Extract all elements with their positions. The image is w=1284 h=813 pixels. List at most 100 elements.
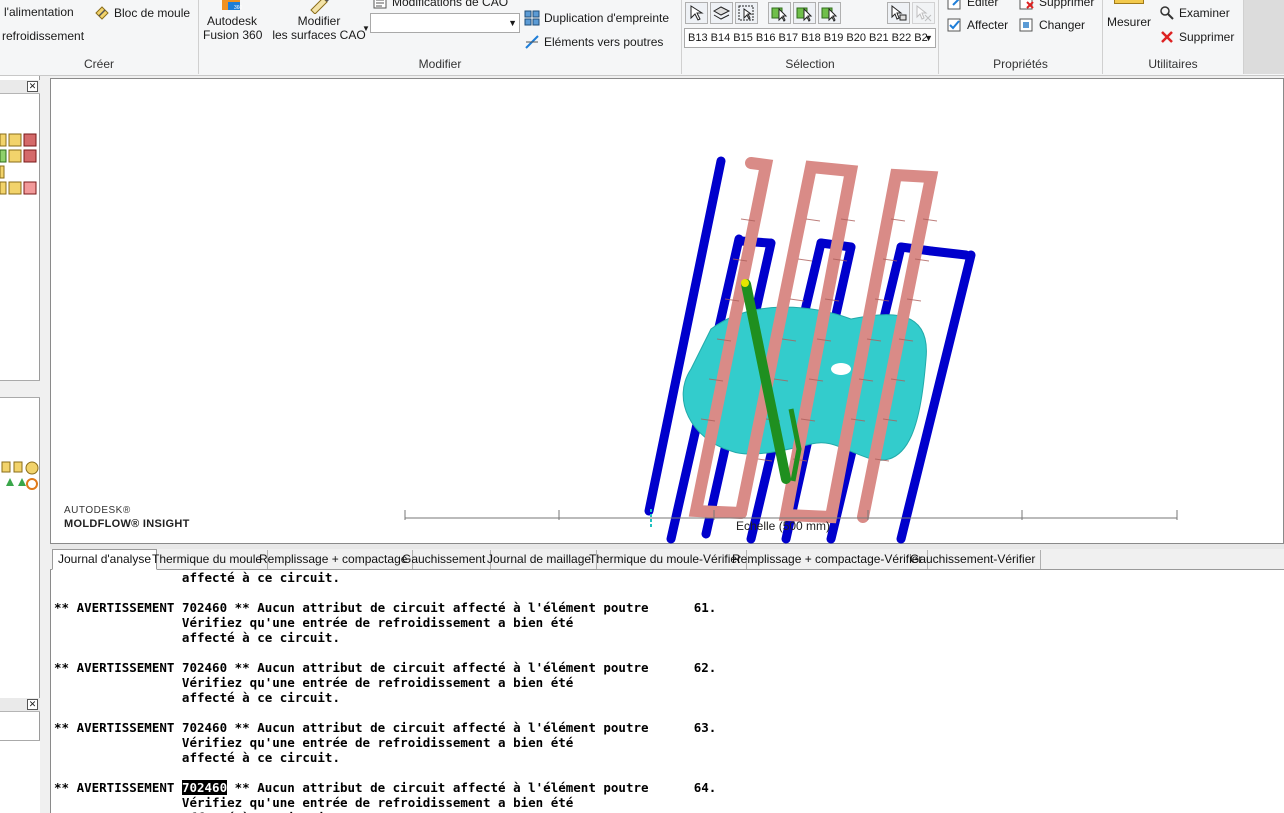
select-clear-icon — [916, 4, 932, 22]
ribbon-item-feed: l'alimentation — [4, 5, 74, 19]
select-layers-icon — [712, 6, 731, 20]
edit-icon — [947, 0, 961, 10]
warning-number: 63. — [693, 720, 717, 735]
log-line2: Vérifiez qu'une entrée de refroidissemen… — [54, 735, 574, 750]
assign-button[interactable]: Affecter — [947, 17, 1008, 33]
edit-button[interactable]: Editer — [947, 0, 998, 10]
examine-button[interactable]: Examiner — [1159, 5, 1230, 21]
log-lead-line: affecté à ce circuit. — [54, 570, 340, 585]
select-button-6[interactable] — [818, 2, 841, 24]
tab-mold-thermal[interactable]: Thermique du moule — [147, 550, 269, 569]
tab-mold-thermal-check[interactable]: Thermique du moule-Vérifier — [584, 550, 748, 569]
modify-cad-label: Modifier les surfaces CAO — [272, 14, 366, 42]
layers-toolbar-icons[interactable] — [0, 132, 40, 202]
warning-text: ** Aucun attribut de circuit affecté à l… — [227, 600, 649, 615]
measure-button[interactable]: Mesurer — [1107, 0, 1151, 29]
left-panel-splitter[interactable] — [0, 380, 40, 398]
analysis-tools-icons[interactable] — [0, 460, 40, 494]
tab-warp[interactable]: Gauchissement — [397, 550, 492, 569]
warning-code: 702460 — [181, 720, 228, 735]
log-blank — [51, 705, 1284, 720]
delete-button[interactable]: Supprimer — [1159, 29, 1234, 45]
select-button-8[interactable] — [912, 2, 935, 24]
selection-dropdown[interactable]: B13 B14 B15 B16 B17 B18 B19 B20 B21 B22 … — [684, 28, 936, 48]
ribbon-scroll-area — [1244, 0, 1284, 74]
select-arrow-icon — [690, 5, 704, 21]
select-green-3-icon — [821, 7, 838, 22]
delete-properties-button[interactable]: Supprimer — [1019, 0, 1094, 10]
cad-modifications-icon — [373, 0, 387, 9]
ribbon: l'alimentation refroidissement Bloc de m… — [0, 0, 1284, 76]
change-button[interactable]: Changer — [1019, 17, 1085, 33]
log-line3: affecté à ce circuit. — [54, 690, 340, 705]
select-button-7[interactable] — [887, 2, 910, 24]
tab-fill-pack[interactable]: Remplissage + compactage — [254, 550, 414, 569]
left-panel: ✕ ✕ — [0, 76, 40, 813]
warning-code-highlighted: 702460 — [181, 780, 228, 795]
select-button-4[interactable] — [768, 2, 791, 24]
mold-block-icon — [95, 6, 109, 20]
fusion-360-icon: 360 — [222, 0, 243, 11]
feed-system-button[interactable]: l'alimentation — [4, 5, 74, 19]
duplicate-imprint-label: Duplication d'empreinte — [544, 11, 670, 25]
measure-label: Mesurer — [1107, 15, 1152, 29]
select-button-1[interactable] — [685, 2, 708, 24]
fusion-label: Autodesk Fusion 360 — [203, 14, 263, 42]
tab-mesh-log[interactable]: Journal de maillage — [482, 550, 598, 569]
warning-code: 702460 — [181, 660, 228, 675]
cooling-button[interactable]: refroidissement — [2, 29, 84, 43]
chevron-down-icon: ▼ — [924, 33, 933, 43]
warning-prefix: ** AVERTISSEMENT — [54, 600, 182, 615]
tab-warp-check[interactable]: Gauchissement-Vérifier — [905, 550, 1042, 569]
group-label-utilities: Utilitaires — [1148, 57, 1198, 71]
brand-autodesk: AUTODESK® — [64, 505, 131, 516]
elements-to-beams-button[interactable]: Eléments vers poutres — [524, 34, 663, 50]
group-label-selection: Sélection — [785, 57, 835, 71]
model-viewport[interactable]: AUTODESK® MOLDFLOW® INSIGHT Echelle (500… — [50, 78, 1284, 544]
chevron-down-icon: ▼ — [508, 18, 517, 28]
group-label-modify: Modifier — [418, 57, 462, 71]
warning-text: ** Aucun attribut de circuit affecté à l… — [227, 780, 649, 795]
mold-block-button[interactable]: Bloc de moule — [94, 5, 190, 21]
pink-cooling-channels — [688, 157, 939, 524]
modify-cad-dropdown-arrow[interactable]: ▼ — [362, 24, 370, 33]
modify-cad-surfaces-button[interactable]: Modifier les surfaces CAO — [271, 0, 367, 42]
change-icon — [1019, 18, 1033, 32]
analysis-log[interactable]: affecté à ce circuit. ** AVERTISSEMENT 7… — [50, 570, 1284, 813]
select-button-5[interactable] — [793, 2, 816, 24]
close-icon[interactable]: ✕ — [27, 699, 38, 710]
select-button-3[interactable] — [735, 2, 758, 24]
log-blank — [51, 645, 1284, 660]
select-green-2-icon — [796, 7, 813, 22]
log-line3: affecté à ce circuit. — [54, 630, 340, 645]
ribbon-group-utilities: Mesurer Examiner Supprimer Utilitaires — [1103, 0, 1244, 74]
mold-cooling-model[interactable] — [51, 79, 1284, 545]
duplicate-imprint-icon — [524, 10, 540, 26]
part-hole — [831, 363, 851, 375]
warning-prefix: ** AVERTISSEMENT — [54, 720, 182, 735]
tab-analysis-log[interactable]: Journal d'analyse — [52, 549, 158, 570]
examine-label: Examiner — [1179, 6, 1230, 20]
close-icon[interactable]: ✕ — [27, 81, 38, 92]
warning-code: 702460 — [181, 600, 228, 615]
log-tabs: Journal d'analyse Thermique du moule Rem… — [50, 549, 1284, 570]
selection-dropdown-value: B13 B14 B15 B16 B17 B18 B19 B20 B21 B22 … — [688, 32, 928, 44]
left-panel-header-bottom: ✕ — [0, 698, 40, 712]
log-warning-62: ** AVERTISSEMENT 702460 ** Aucun attribu… — [51, 660, 1284, 675]
group-label-create: Créer — [83, 57, 114, 71]
delete-label: Supprimer — [1179, 30, 1235, 44]
log-line2: Vérifiez qu'une entrée de refroidissemen… — [54, 675, 574, 690]
cad-modifications-button[interactable]: Modifications de CAO — [372, 0, 508, 10]
select-button-2[interactable] — [710, 2, 733, 24]
assign-icon — [947, 18, 961, 32]
cad-modifications-dropdown[interactable]: ▼ — [370, 13, 520, 33]
autodesk-fusion-button[interactable]: 360 Autodesk Fusion 360 — [203, 0, 263, 42]
delete-properties-label: Supprimer — [1039, 0, 1095, 9]
log-blank — [51, 765, 1284, 780]
ruler-icon — [1114, 0, 1144, 4]
tab-fill-pack-check[interactable]: Remplissage + compactage-Vérifier — [727, 550, 929, 569]
duplicate-imprint-button[interactable]: Duplication d'empreinte — [524, 10, 669, 26]
log-warning-64: ** AVERTISSEMENT 702460 ** Aucun attribu… — [51, 780, 1284, 795]
pencil-surface-icon — [310, 0, 329, 14]
select-filter-icon — [891, 4, 907, 21]
